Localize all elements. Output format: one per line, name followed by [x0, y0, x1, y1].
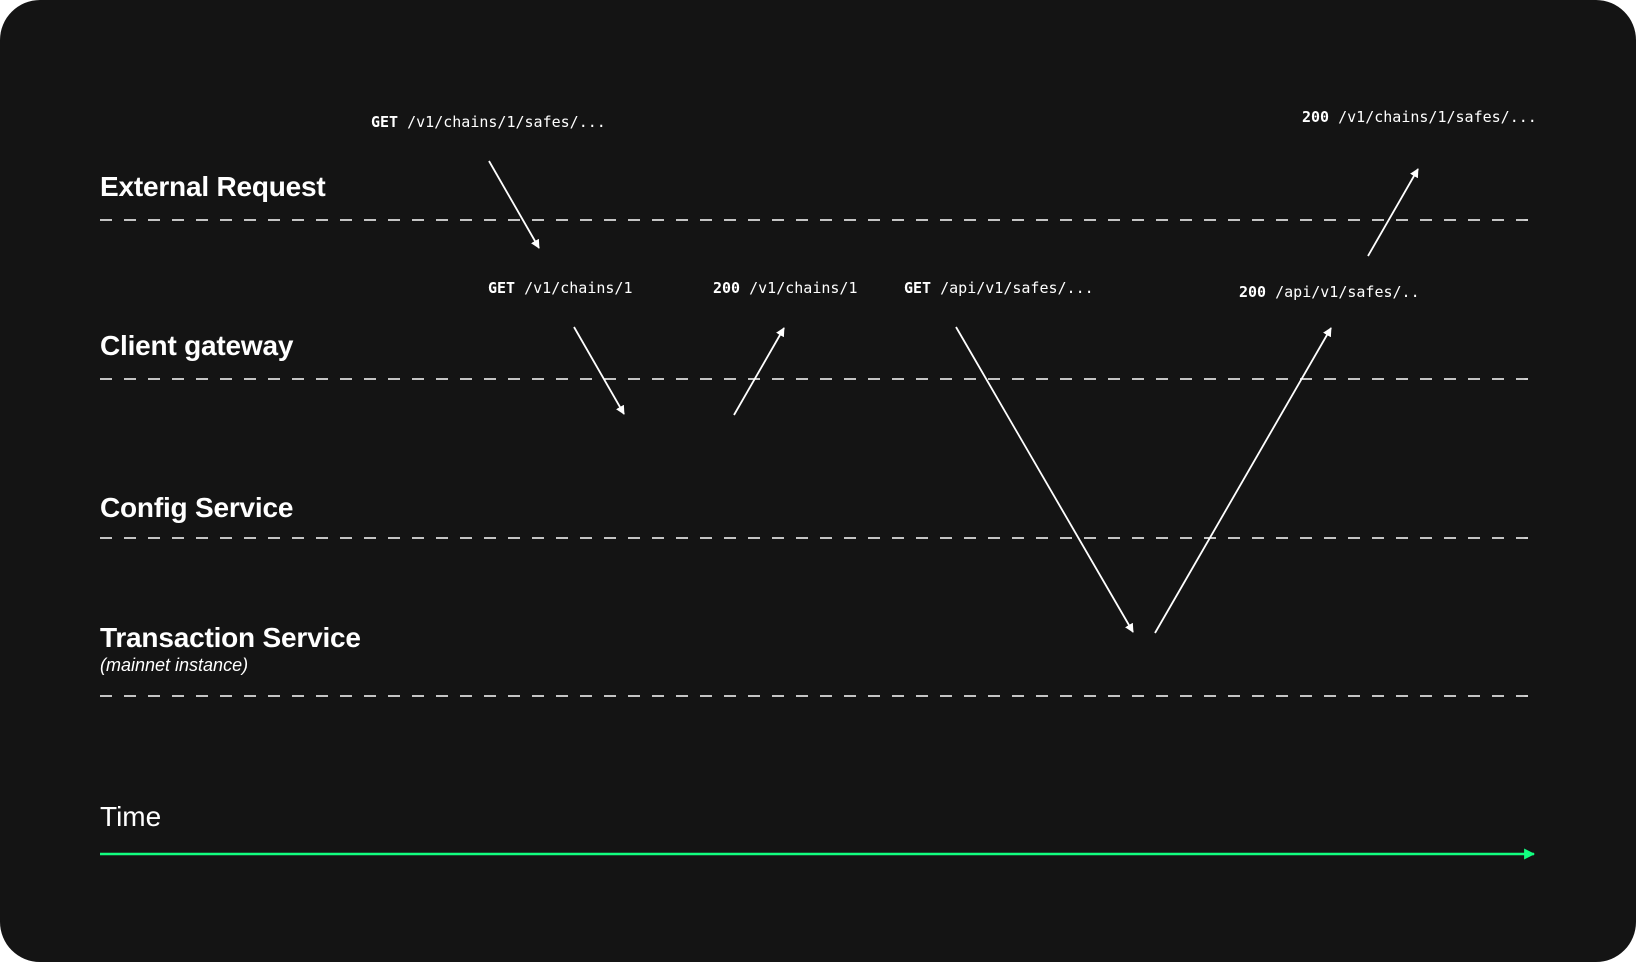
lane-label-client-gateway: Client gateway: [100, 330, 294, 361]
arrow-get-safes-external: [488, 160, 540, 249]
diagram-lines: [100, 160, 1536, 860]
response-label: 200 /v1/chains/1: [713, 279, 858, 297]
arrow-200-api-safes: [1154, 327, 1332, 634]
time-label: Time: [100, 801, 162, 832]
lane-label-external-request: External Request: [100, 171, 326, 202]
request-method: GET: [904, 279, 932, 297]
request-method: GET: [488, 279, 516, 297]
response-path: /v1/chains/1: [749, 279, 858, 297]
response-path: /api/v1/safes/..: [1275, 283, 1420, 301]
diagram-canvas: External Request Client gateway Config S…: [0, 0, 1636, 962]
arrow-200-safes-external: [1367, 168, 1419, 257]
request-path: /api/v1/safes/...: [940, 279, 1094, 297]
response-status: 200: [1302, 108, 1330, 126]
request-label: GET /api/v1/safes/...: [904, 279, 1094, 297]
response-status: 200: [1239, 283, 1267, 301]
lane-label-config-service: Config Service: [100, 492, 294, 523]
request-path: /v1/chains/1/safes/...: [407, 113, 606, 131]
response-label: 200 /api/v1/safes/..: [1239, 283, 1420, 301]
arrow-200-chains: [733, 327, 785, 416]
lane-label-transaction-service: Transaction Service: [100, 622, 361, 653]
request-method: GET: [371, 113, 399, 131]
arrow-get-chains: [573, 326, 625, 415]
request-label: GET /v1/chains/1/safes/...: [371, 113, 606, 131]
response-status: 200: [713, 279, 741, 297]
response-path: /v1/chains/1/safes/...: [1338, 108, 1537, 126]
lane-sublabel-transaction-service: (mainnet instance): [100, 655, 249, 675]
arrow-get-api-safes: [955, 326, 1134, 633]
response-label: 200 /v1/chains/1/safes/...: [1302, 108, 1537, 126]
request-path: /v1/chains/1: [524, 279, 633, 297]
request-label: GET /v1/chains/1: [488, 279, 633, 297]
